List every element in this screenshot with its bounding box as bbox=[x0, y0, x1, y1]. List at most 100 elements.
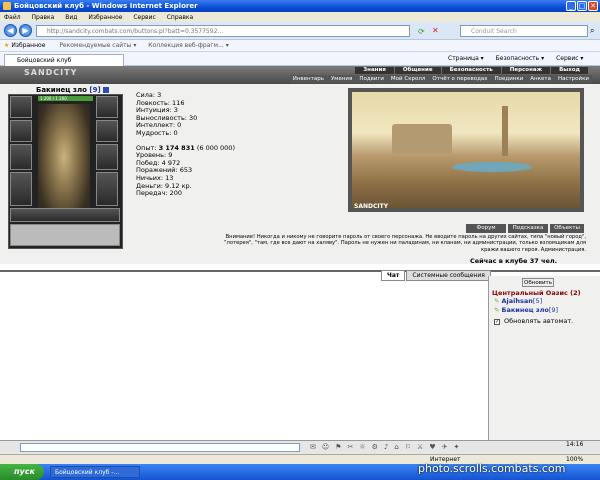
earring-slot-icon[interactable] bbox=[10, 120, 32, 142]
character-stats: Сила: 3 Ловкость: 116 Интуиция: 3 Выносл… bbox=[136, 91, 235, 198]
tab-combats[interactable]: Бойцовский клуб bbox=[4, 54, 124, 66]
chat-clock: 14:16 bbox=[566, 441, 584, 448]
menu-bar: Файл Правка Вид Избранное Сервис Справка bbox=[0, 12, 600, 22]
close-window-button[interactable]: ✕ bbox=[588, 1, 598, 11]
forward-button[interactable]: ▶ bbox=[19, 24, 32, 37]
menu-edit[interactable]: Правка bbox=[32, 14, 55, 21]
menu-tools[interactable]: Сервис bbox=[133, 14, 155, 21]
hp-value: 1 200 / 1 200 bbox=[40, 96, 67, 101]
ie-icon bbox=[3, 2, 11, 10]
window-title: Бойцовский клуб - Windows Internet Explo… bbox=[14, 2, 198, 10]
user-row[interactable]: ✎ Бакинец зло[9] bbox=[494, 306, 558, 314]
start-button[interactable]: пуск bbox=[0, 464, 44, 480]
security-menu[interactable]: Безопасность ▾ bbox=[496, 55, 544, 62]
search-icon[interactable]: ⌕ bbox=[590, 26, 594, 36]
character-level: [9] bbox=[89, 86, 101, 94]
star-icon: ★ bbox=[4, 42, 10, 49]
character-name-line: Бакинец зло [9] bbox=[36, 86, 110, 94]
maximize-button[interactable]: □ bbox=[577, 1, 587, 11]
character-figure bbox=[38, 104, 90, 222]
user-name[interactable]: Бакинец зло bbox=[502, 306, 549, 314]
tab-system-messages[interactable]: Системные сообщения bbox=[406, 270, 491, 281]
tools-menu[interactable]: Сервис ▾ bbox=[556, 55, 583, 62]
game-logo: SANDCITY bbox=[24, 68, 78, 77]
search-placeholder: Conduit Search bbox=[471, 28, 517, 35]
action-icon[interactable]: ✎ bbox=[494, 306, 499, 314]
boots-slot-icon[interactable] bbox=[96, 172, 118, 206]
potion-slots[interactable] bbox=[10, 224, 120, 246]
address-bar-area: ◀ ▶ http://sandcity.combats.com/buttons.… bbox=[0, 22, 600, 40]
palace-building bbox=[392, 124, 452, 154]
subnav-transfers[interactable]: Отчёт о переводах bbox=[429, 75, 491, 83]
menu-favorites[interactable]: Избранное bbox=[88, 14, 122, 21]
nav-social[interactable]: Общение bbox=[394, 67, 441, 74]
chat-tabs: Чат Системные сообщения bbox=[380, 270, 491, 281]
menu-view[interactable]: Вид bbox=[65, 14, 77, 21]
refresh-icon[interactable]: ⟳ bbox=[418, 27, 425, 36]
armor-slot-icon[interactable] bbox=[10, 172, 32, 206]
url-text: http://sandcity.combats.com/buttons.pl?b… bbox=[47, 28, 224, 35]
action-icon[interactable]: ✎ bbox=[494, 297, 499, 305]
favorites-bar: ★ Избранное Рекомендуемые сайты ▾ Коллек… bbox=[0, 40, 600, 52]
user-row[interactable]: ✎ Ajaihsan[5] bbox=[494, 297, 542, 305]
game-sub-nav: Инвентарь Умения Подвиги Мой Скролл Отчё… bbox=[289, 75, 592, 83]
helmet-slot-icon[interactable] bbox=[10, 96, 32, 118]
chat-toolbar-icons[interactable]: ✉☺⚑✂☼⚙♪⌂⚐⚔♥✈✦ bbox=[310, 443, 465, 451]
subnav-scroll[interactable]: Мой Скролл bbox=[387, 75, 429, 83]
shield-slot-icon[interactable] bbox=[96, 144, 118, 170]
back-button[interactable]: ◀ bbox=[4, 24, 17, 37]
chat-input-bar: ✉☺⚑✂☼⚙♪⌂⚐⚔♥✈✦ bbox=[0, 440, 600, 454]
menu-file[interactable]: Файл bbox=[4, 14, 21, 21]
hp-bar: 1 200 / 1 200 bbox=[38, 96, 93, 101]
info-transfers: Передач: 200 bbox=[136, 189, 182, 198]
game-top-nav: Знания Общение Безопасность Персонаж Вых… bbox=[354, 67, 588, 74]
favorites-button[interactable]: Избранное bbox=[11, 42, 45, 49]
nav-knowledge[interactable]: Знания bbox=[355, 67, 394, 74]
game-header: SANDCITY Знания Общение Безопасность Пер… bbox=[0, 66, 600, 84]
subnav-inventory[interactable]: Инвентарь bbox=[289, 75, 327, 83]
security-warning: Внимание! Никогда и никому не говорите п… bbox=[224, 234, 586, 253]
subnav-settings[interactable]: Настройки bbox=[554, 75, 592, 83]
nav-security[interactable]: Безопасность bbox=[441, 67, 501, 74]
scene-label: SANDCITY bbox=[354, 203, 389, 210]
room-title: Центральный Оазис (2) bbox=[492, 289, 581, 297]
belt-slots[interactable] bbox=[10, 208, 120, 222]
nav-exit[interactable]: Выход bbox=[551, 67, 588, 74]
gloves-slot-icon[interactable] bbox=[96, 120, 118, 142]
search-input[interactable]: Conduit Search bbox=[460, 25, 588, 37]
zoom-level[interactable]: 100% bbox=[566, 456, 583, 463]
chat-input[interactable] bbox=[20, 443, 300, 452]
minaret bbox=[502, 106, 508, 156]
forum-button[interactable]: Форум bbox=[466, 224, 506, 233]
subnav-profile[interactable]: Анкета bbox=[527, 75, 554, 83]
fav-item-recommended[interactable]: Рекомендуемые сайты ▾ bbox=[59, 42, 136, 49]
info-icon[interactable] bbox=[103, 87, 110, 93]
subnav-deeds[interactable]: Подвиги bbox=[356, 75, 387, 83]
subnav-battles[interactable]: Поединки bbox=[491, 75, 527, 83]
tab-chat[interactable]: Чат bbox=[381, 270, 406, 281]
stop-icon[interactable]: ✕ bbox=[432, 26, 439, 35]
tab-label: Бойцовский клуб bbox=[17, 57, 72, 64]
minimize-button[interactable]: _ bbox=[566, 1, 576, 11]
refresh-button[interactable]: Обновить bbox=[522, 278, 554, 287]
checkbox[interactable]: ✓ bbox=[494, 319, 500, 325]
objects-button[interactable]: Объекты bbox=[550, 224, 584, 233]
user-level: [9] bbox=[548, 306, 559, 314]
hint-button[interactable]: Подсказка bbox=[508, 224, 548, 233]
user-name[interactable]: Ajaihsan bbox=[502, 297, 533, 305]
menu-help[interactable]: Справка bbox=[167, 14, 193, 21]
fav-item-webslices[interactable]: Коллекция веб-фрагм... ▾ bbox=[148, 42, 228, 49]
tab-bar: Бойцовский клуб Страница ▾ Безопасность … bbox=[0, 52, 600, 66]
ring-slot-icon[interactable] bbox=[96, 96, 118, 118]
watermark: photo.scrolls.combats.com bbox=[418, 462, 566, 475]
auto-refresh-toggle[interactable]: ✓ Обновлять автомат. bbox=[494, 317, 573, 325]
weapon-slot-icon[interactable] bbox=[10, 144, 32, 170]
nav-character[interactable]: Персонаж bbox=[501, 67, 551, 74]
address-input[interactable]: http://sandcity.combats.com/buttons.pl?b… bbox=[36, 25, 410, 37]
stat-wisdom: Мудрость: 0 bbox=[136, 128, 178, 137]
subnav-skills[interactable]: Умения bbox=[327, 75, 356, 83]
user-level: [5] bbox=[532, 297, 543, 305]
location-scene[interactable] bbox=[348, 88, 584, 212]
page-menu[interactable]: Страница ▾ bbox=[448, 55, 484, 62]
taskbar-window-button[interactable]: Бойцовский клуб -... bbox=[50, 466, 140, 478]
